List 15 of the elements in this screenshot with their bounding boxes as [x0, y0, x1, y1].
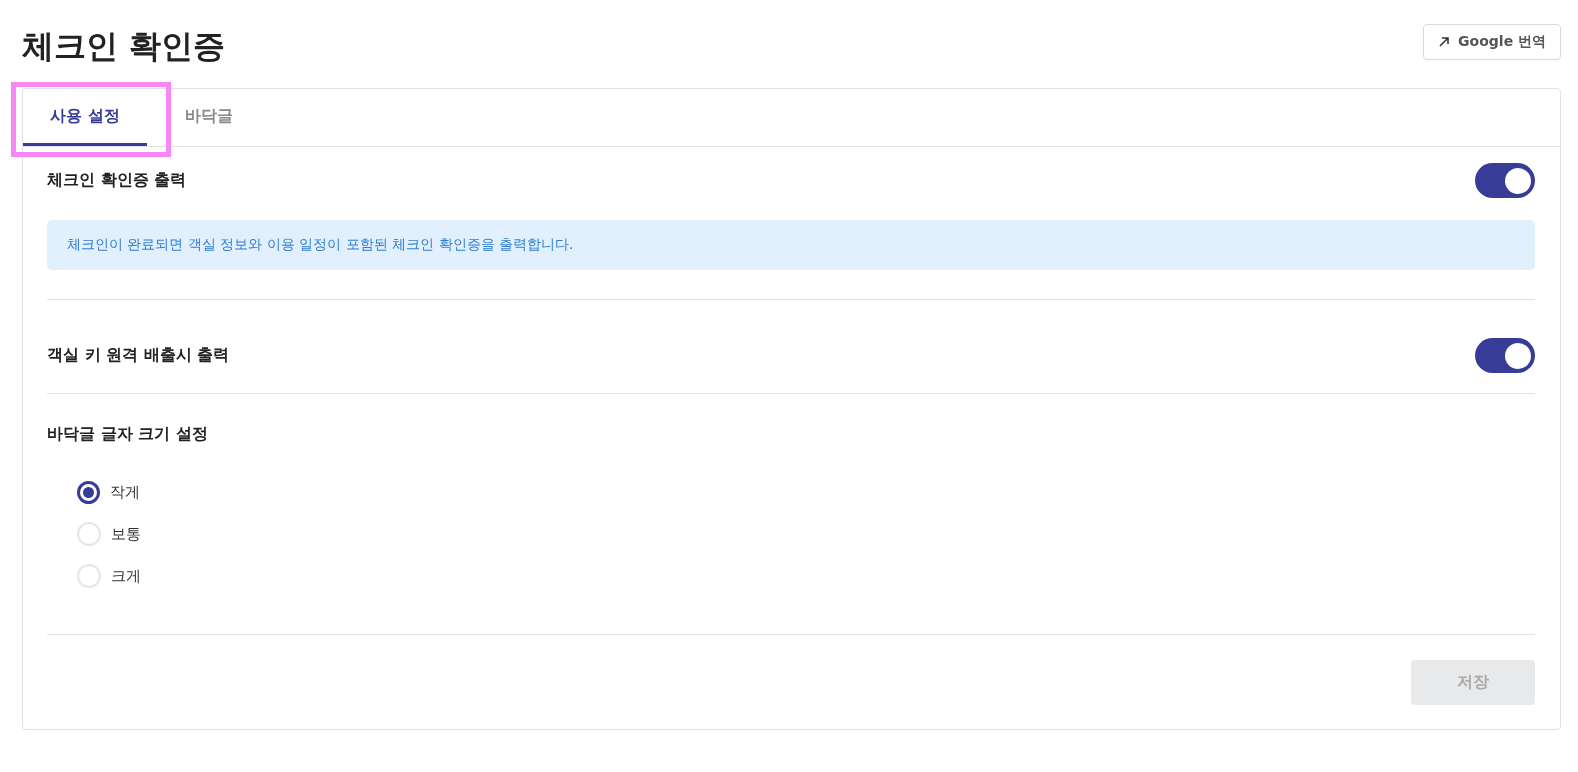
- radio-button[interactable]: [77, 481, 100, 504]
- arrow-icon: [1438, 36, 1451, 48]
- option-label: 보통: [111, 524, 141, 544]
- toggle-switch[interactable]: [1475, 163, 1535, 198]
- tab[interactable]: 바닥글: [185, 89, 275, 146]
- translate-button[interactable]: Google 번역: [1423, 24, 1561, 60]
- setting-label: 바닥글 글자 크기 설정: [47, 424, 208, 443]
- page-title: 체크인 확인증: [22, 26, 226, 67]
- info-message: 체크인이 완료되면 객실 정보와 이용 일정이 포함된 체크인 확인증을 출력합니다.: [47, 220, 1535, 270]
- setting-label: 객실 키 원격 배출시 출력: [47, 345, 230, 366]
- option-label: 작게: [110, 483, 140, 502]
- option-label: 크게: [111, 566, 141, 586]
- setting-label: 체크인 확인증 출력: [47, 170, 187, 191]
- toggle-switch[interactable]: [1475, 338, 1535, 373]
- tab[interactable]: 사용 설정: [23, 89, 147, 146]
